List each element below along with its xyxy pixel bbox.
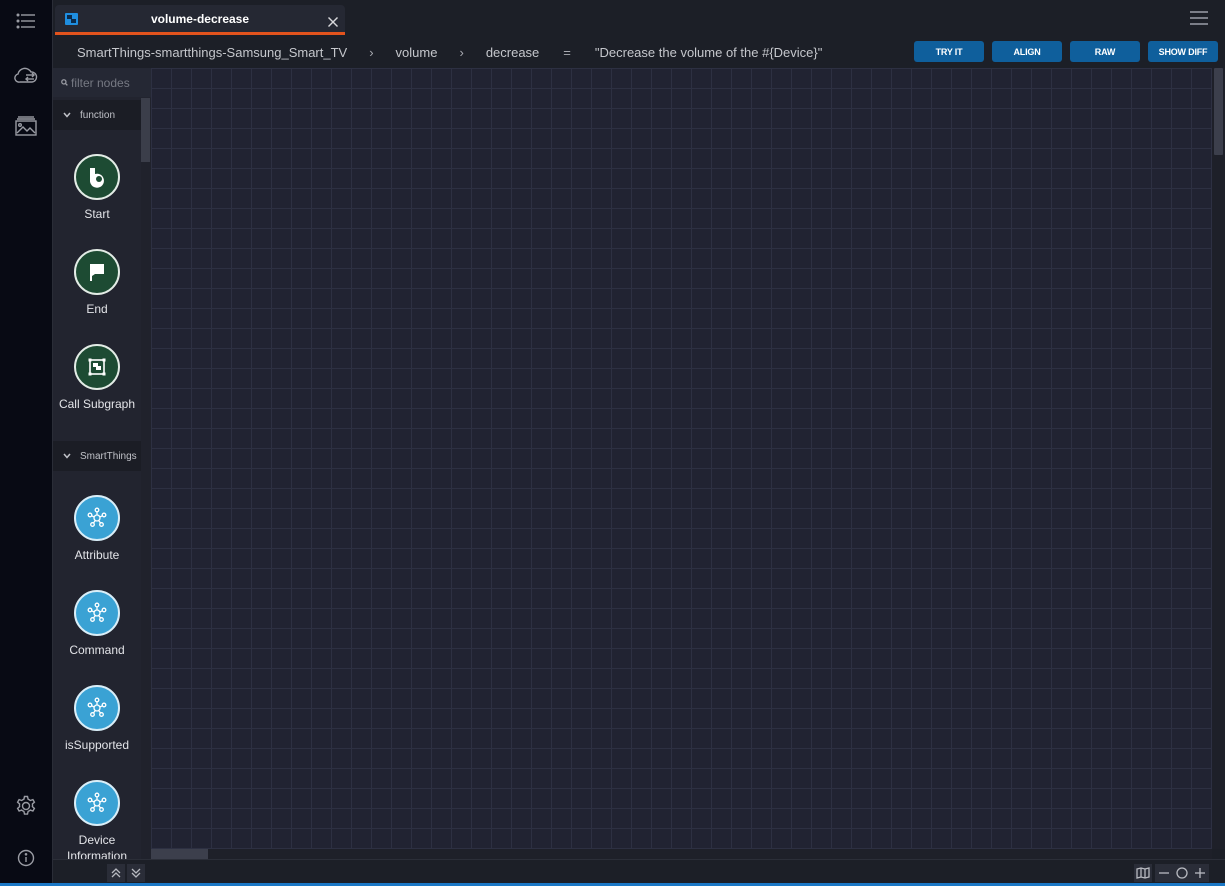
node-label: End [86, 302, 108, 316]
chevron-down-icon [63, 112, 71, 118]
minimap-button[interactable] [1134, 864, 1152, 882]
section-smartthings-header[interactable]: SmartThings [53, 441, 141, 471]
flag-icon [74, 249, 120, 295]
collapse-all-button[interactable] [107, 864, 125, 882]
palette-scrollbar[interactable] [141, 98, 151, 859]
node-device-information[interactable]: Device Information [53, 780, 141, 859]
zoom-out-button[interactable] [1155, 864, 1173, 882]
breadcrumb-device[interactable]: SmartThings-smartthings-Samsung_Smart_TV [77, 45, 347, 60]
palette-scroll-thumb[interactable] [141, 98, 150, 162]
tab-title: volume-decrease [150, 12, 250, 26]
hub-icon [74, 590, 120, 636]
subgraph-icon [74, 344, 120, 390]
search-icon [61, 79, 68, 86]
settings-icon[interactable] [13, 793, 39, 819]
bottom-bar [53, 859, 1225, 883]
equals-sign: = [563, 44, 571, 60]
bixby-icon [74, 154, 120, 200]
try-it-button[interactable]: TRY IT [914, 41, 984, 62]
hamburger-menu-button[interactable] [1190, 11, 1208, 27]
breadcrumb-command[interactable]: decrease [486, 45, 539, 60]
app-window: volume-decrease SmartThings-smartthings-… [0, 0, 1225, 886]
node-label: Call Subgraph [58, 397, 136, 411]
node-label: Device Information [66, 833, 128, 859]
info-icon[interactable] [13, 845, 39, 871]
align-button[interactable]: ALIGN [992, 41, 1062, 62]
breadcrumb-description: "Decrease the volume of the #{Device}" [594, 44, 823, 60]
filter-nodes-search [53, 68, 151, 97]
minus-icon [1159, 872, 1169, 874]
zoom-in-button[interactable] [1191, 864, 1209, 882]
map-icon [1136, 867, 1150, 879]
node-palette: function Start End Call Subgraph SmartTh… [53, 68, 151, 859]
node-command[interactable]: Command [53, 590, 141, 658]
node-label: isSupported [64, 738, 130, 752]
hub-icon [74, 495, 120, 541]
hub-icon [74, 780, 120, 826]
show-diff-button[interactable]: SHOW DIFF [1148, 41, 1218, 62]
palette-pager [107, 864, 145, 882]
canvas-vertical-scrollbar[interactable] [1212, 68, 1225, 849]
gallery-icon[interactable] [13, 113, 39, 139]
node-call-subgraph[interactable]: Call Subgraph [53, 344, 141, 412]
toolbar: TRY IT ALIGN RAW SHOW DIFF [914, 41, 1218, 62]
circle-icon [1176, 867, 1188, 879]
double-chevron-down-icon [131, 868, 141, 878]
node-label: Attribute [74, 548, 120, 562]
list-icon[interactable] [13, 8, 39, 34]
hub-icon [74, 685, 120, 731]
raw-button[interactable]: RAW [1070, 41, 1140, 62]
zoom-reset-button[interactable] [1173, 864, 1191, 882]
chevron-down-icon [63, 453, 71, 459]
breadcrumb-capability[interactable]: volume [396, 45, 438, 60]
graph-canvas[interactable] [151, 68, 1212, 849]
canvas-horizontal-scroll-thumb[interactable] [151, 849, 208, 859]
node-start[interactable]: Start [53, 154, 141, 222]
filter-nodes-input[interactable] [71, 75, 151, 90]
section-function-header[interactable]: function [53, 100, 141, 130]
plus-icon [1195, 868, 1205, 878]
section-title: function [80, 109, 116, 121]
double-chevron-up-icon [111, 868, 121, 878]
node-label: Command [69, 643, 125, 657]
zoom-controls [1134, 864, 1209, 882]
node-attribute[interactable]: Attribute [53, 495, 141, 563]
node-issupported[interactable]: isSupported [53, 685, 141, 753]
chevron-right-icon: › [459, 44, 464, 60]
chevron-right-icon: › [369, 44, 374, 60]
section-title: SmartThings [80, 450, 137, 462]
editor-tab[interactable]: volume-decrease [55, 5, 345, 35]
expand-all-button[interactable] [127, 864, 145, 882]
close-icon[interactable] [327, 13, 339, 27]
canvas-vertical-scroll-thumb[interactable] [1214, 68, 1223, 155]
canvas-horizontal-scrollbar[interactable] [151, 849, 1212, 859]
left-rail [0, 0, 53, 886]
breadcrumb: SmartThings-smartthings-Samsung_Smart_TV… [77, 43, 822, 61]
node-label: Start [84, 207, 110, 221]
cloud-sync-icon[interactable] [13, 62, 39, 88]
node-end[interactable]: End [53, 249, 141, 317]
